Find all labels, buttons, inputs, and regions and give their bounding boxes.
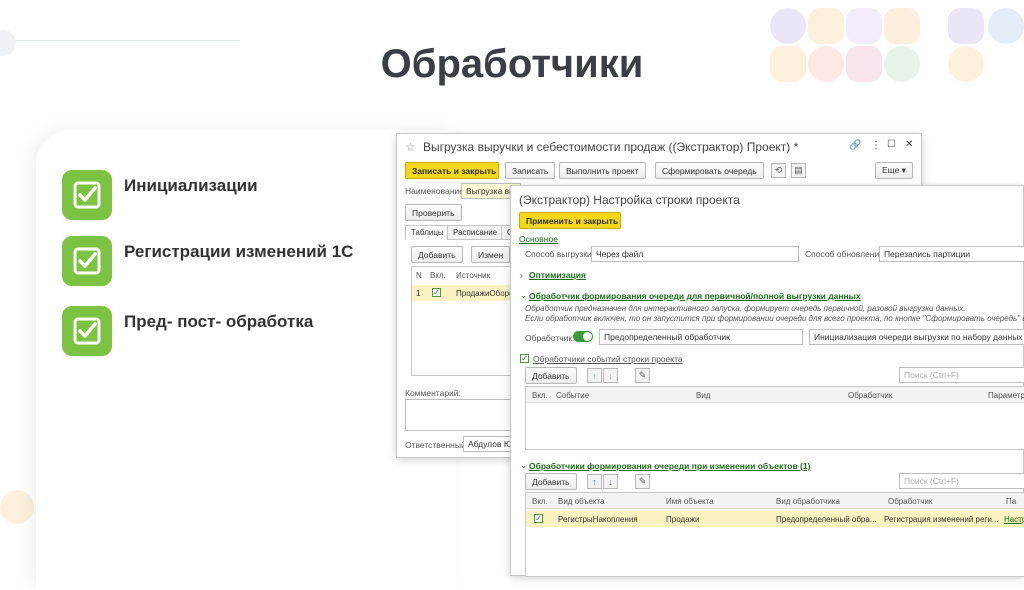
column-header: Вкл.	[532, 497, 548, 506]
chevron-right-icon: ›	[520, 270, 523, 280]
list-item-label: Инициализации	[124, 176, 258, 195]
enabled-checkbox[interactable]: ✓	[432, 288, 441, 297]
history-icon[interactable]: ⟲	[771, 163, 786, 178]
handler-kind-field[interactable]: Инициализация очереди выгрузки по набору…	[809, 329, 1024, 345]
object-kind-cell: РегистрыНакопления	[558, 515, 638, 524]
decor-circle	[770, 8, 806, 44]
chevron-down-icon: ⌄	[520, 460, 528, 470]
column-header: Вид	[696, 391, 711, 400]
decor-square	[846, 8, 882, 44]
comment-label: Комментарий:	[405, 388, 461, 398]
decor-square	[948, 8, 984, 44]
events-group-checkbox[interactable]: ✓	[520, 354, 529, 363]
arrow-up-icon[interactable]: ↑	[587, 474, 602, 489]
row-source: ПродажиОборо	[456, 289, 514, 298]
sources-table: N Вкл. Источник 1 ✓ ПродажиОборо	[411, 266, 514, 376]
optimization-group[interactable]: Оптимизация	[529, 270, 586, 280]
edit-icon[interactable]: ✎	[635, 474, 650, 489]
add-event-button[interactable]: Добавить	[525, 367, 577, 384]
handler-toggle[interactable]	[573, 331, 593, 342]
unload-label: Способ выгрузки:	[525, 249, 595, 259]
maximize-icon[interactable]: ☐	[887, 139, 896, 150]
responsible-label: Ответственный:	[405, 440, 469, 450]
list-item: Инициализации	[62, 170, 258, 220]
name-label: Наименование:	[405, 186, 467, 196]
run-project-button[interactable]: Выполнить проект	[559, 162, 646, 179]
column-header: Вид объекта	[558, 497, 605, 506]
column-header: N	[416, 271, 422, 280]
checkbox-icon	[62, 170, 112, 220]
report-icon[interactable]: ▤	[791, 163, 806, 178]
handler-field[interactable]: Предопределенный обработчик	[599, 329, 803, 345]
more-button[interactable]: Еще ▾	[875, 162, 913, 179]
object-name-cell: Продажи	[666, 515, 700, 524]
arrow-down-icon[interactable]: ↓	[603, 368, 618, 383]
decor-circle	[0, 490, 34, 524]
events-table: Вкл. Событие Вид Обработчик Параметры	[525, 386, 1024, 450]
check-button[interactable]: Проверить	[405, 204, 462, 221]
column-header: Вкл.	[532, 391, 548, 400]
column-header: Имя объекта	[666, 497, 714, 506]
column-header: Вид обработчика	[776, 497, 840, 506]
row-settings-window: (Экстрактор) Настройка строки проекта Пр…	[510, 185, 1024, 577]
handler-cell: Регистрация изменений реги...	[884, 515, 999, 524]
list-item-label: Пред- пост- обработка	[124, 312, 314, 331]
handler-label: Обработчик:	[525, 333, 575, 343]
link-icon[interactable]: 🔗	[849, 140, 861, 151]
decor-circle	[988, 8, 1024, 44]
edit-icon[interactable]: ✎	[635, 368, 650, 383]
handler-note: Если обработчик включен, то он запуститс…	[525, 314, 1024, 323]
search-input[interactable]: Поиск (Ctrl+F)	[899, 473, 1024, 489]
column-header: Параметры	[988, 391, 1024, 400]
enabled-checkbox[interactable]: ✓	[534, 514, 543, 523]
window-title: Выгрузка выручки и себестоимости продаж …	[423, 140, 799, 154]
add-button[interactable]: Добавить	[411, 246, 463, 263]
arrow-up-icon[interactable]: ↑	[587, 368, 602, 383]
favorite-star-icon[interactable]: ☆	[405, 140, 416, 154]
list-item: Регистрации изменений 1С	[62, 236, 353, 286]
handler-kind-cell: Предопределенный обра...	[776, 515, 877, 524]
form-queue-button[interactable]: Сформировать очередь	[655, 162, 764, 179]
close-icon[interactable]: ✕	[905, 139, 913, 150]
tab-main[interactable]: Основное	[519, 234, 558, 244]
update-method-field[interactable]: Перезапись партиции	[879, 246, 1024, 262]
changes-group[interactable]: Обработчики формирования очереди при изм…	[529, 461, 810, 471]
handler-note: Обработчик предназначен для интерактивно…	[525, 304, 966, 313]
list-item-label: Регистрации изменений 1С	[124, 242, 354, 261]
window-title: (Экстрактор) Настройка строки проекта	[519, 193, 740, 207]
tab-tables[interactable]: Таблицы	[405, 225, 450, 240]
checkbox-icon	[62, 306, 112, 356]
checkbox-icon	[62, 236, 112, 286]
column-header: Вкл.	[430, 271, 446, 280]
save-button[interactable]: Записать	[505, 162, 556, 179]
decor-square	[808, 8, 844, 44]
column-header: Источник	[456, 271, 491, 280]
add-change-button[interactable]: Добавить	[525, 473, 577, 490]
row-number: 1	[416, 289, 421, 298]
menu-icon[interactable]: ⋮	[871, 140, 881, 151]
decor-square	[884, 8, 920, 44]
chevron-down-icon: ⌄	[520, 290, 528, 300]
save-close-button[interactable]: Записать и закрыть	[405, 162, 499, 179]
list-item: Пред- пост- обработка	[62, 306, 313, 356]
apply-close-button[interactable]: Применить и закрыть	[519, 212, 621, 229]
arrow-down-icon[interactable]: ↓	[603, 474, 618, 489]
params-link[interactable]: Настр	[1004, 515, 1024, 524]
handler-group[interactable]: Обработчик формирования очереди для перв…	[529, 291, 861, 301]
column-header: Обработчик	[888, 497, 933, 506]
edit-button[interactable]: Измен	[471, 246, 511, 263]
update-label: Способ обновления:	[805, 249, 887, 259]
responsible-field[interactable]: Абдулов Юр	[463, 436, 511, 452]
unload-method-field[interactable]: Через файл	[591, 246, 799, 262]
changes-table: Вкл. Вид объекта Имя объекта Вид обработ…	[525, 492, 1024, 577]
comment-field[interactable]	[405, 399, 511, 431]
tab-schedule[interactable]: Расписание	[447, 225, 504, 240]
search-input[interactable]: Поиск (Ctrl+F)	[899, 367, 1024, 383]
events-group[interactable]: Обработчики событий строки проекта	[533, 354, 683, 364]
slide-title: Обработчики	[380, 42, 644, 86]
column-header: Обработчик	[848, 391, 893, 400]
column-header: Па	[1006, 497, 1017, 506]
column-header: Событие	[556, 391, 590, 400]
